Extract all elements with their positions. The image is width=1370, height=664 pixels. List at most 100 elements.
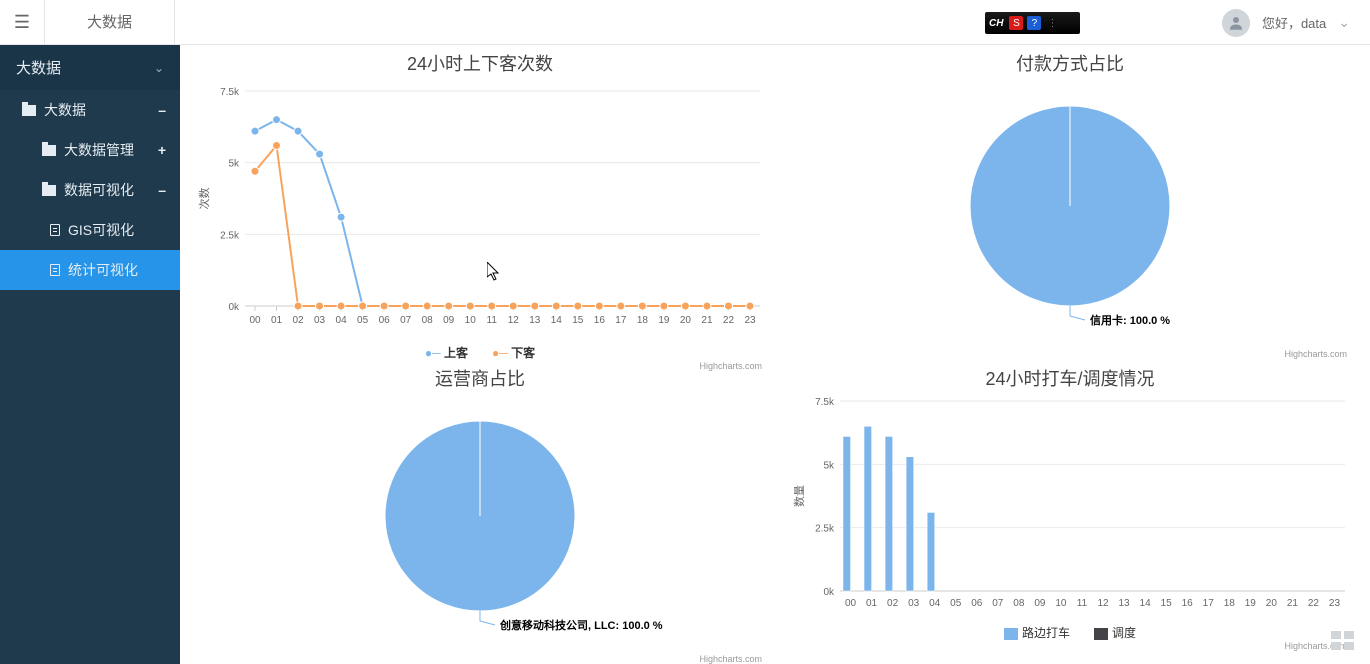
sidebar-item-bigdata[interactable]: 大数据 – bbox=[0, 90, 180, 130]
svg-text:2.5k: 2.5k bbox=[815, 524, 835, 535]
svg-text:22: 22 bbox=[723, 315, 735, 326]
greeting-text: 您好，data bbox=[1262, 13, 1326, 32]
svg-text:17: 17 bbox=[1203, 598, 1215, 609]
svg-text:13: 13 bbox=[529, 315, 541, 326]
svg-text:03: 03 bbox=[908, 598, 920, 609]
legend-item[interactable]: ●─ 下客 bbox=[492, 346, 535, 360]
svg-text:5k: 5k bbox=[823, 460, 835, 471]
svg-text:2.5k: 2.5k bbox=[220, 230, 240, 241]
svg-text:16: 16 bbox=[1182, 598, 1194, 609]
svg-text:09: 09 bbox=[1034, 598, 1046, 609]
svg-text:01: 01 bbox=[271, 315, 283, 326]
svg-text:23: 23 bbox=[1329, 598, 1341, 609]
chart-hourly: 24小时上下客次数 0k2.5k5k7.5k000102030405060708… bbox=[190, 50, 770, 360]
collapse-icon[interactable]: – bbox=[158, 182, 166, 198]
sidebar: 大数据 ⌄ 大数据 – 大数据管理 + 数据可视化 – GIS可视化 统计可视化 bbox=[0, 45, 180, 664]
sidebar-item-label: 数据可视化 bbox=[64, 180, 134, 200]
svg-text:19: 19 bbox=[658, 315, 670, 326]
svg-text:16: 16 bbox=[594, 315, 606, 326]
ime-label: CH bbox=[989, 18, 1003, 29]
chart-credits: Highcharts.com bbox=[785, 641, 1355, 651]
svg-text:20: 20 bbox=[680, 315, 692, 326]
svg-text:次数: 次数 bbox=[197, 188, 211, 210]
user-menu[interactable]: 您好，data ⌄ bbox=[1202, 0, 1370, 45]
folder-icon bbox=[22, 105, 36, 116]
chart-dispatch-plot[interactable]: 0k2.5k5k7.5k0001020304050607080910111213… bbox=[785, 391, 1355, 621]
grid-view-icon[interactable] bbox=[1331, 631, 1354, 650]
document-icon bbox=[50, 224, 60, 236]
svg-text:0k: 0k bbox=[228, 302, 240, 313]
svg-text:03: 03 bbox=[314, 315, 326, 326]
svg-text:14: 14 bbox=[551, 315, 563, 326]
sidebar-item-gis[interactable]: GIS可视化 bbox=[0, 210, 180, 250]
document-icon bbox=[50, 264, 60, 276]
chevron-down-icon: ⌄ bbox=[154, 61, 164, 75]
svg-text:19: 19 bbox=[1245, 598, 1257, 609]
svg-text:10: 10 bbox=[1055, 598, 1067, 609]
sidebar-root-label: 大数据 bbox=[16, 57, 61, 78]
svg-text:5k: 5k bbox=[228, 159, 240, 170]
svg-text:10: 10 bbox=[465, 315, 477, 326]
chart-hourly-plot[interactable]: 0k2.5k5k7.5k0001020304050607080910111213… bbox=[190, 76, 770, 341]
svg-text:7.5k: 7.5k bbox=[815, 397, 835, 408]
svg-text:15: 15 bbox=[572, 315, 584, 326]
sidebar-root[interactable]: 大数据 ⌄ bbox=[0, 45, 180, 90]
svg-text:11: 11 bbox=[1077, 598, 1088, 609]
chart-title: 运营商占比 bbox=[190, 365, 770, 391]
svg-text:00: 00 bbox=[249, 315, 261, 326]
chart-credits: Highcharts.com bbox=[190, 654, 770, 664]
header-title: 大数据 bbox=[45, 0, 175, 45]
sidebar-item-label: 大数据 bbox=[44, 100, 86, 120]
svg-text:20: 20 bbox=[1266, 598, 1278, 609]
chart-credits: Highcharts.com bbox=[785, 349, 1355, 359]
avatar-icon bbox=[1222, 9, 1250, 37]
folder-icon bbox=[42, 185, 56, 196]
svg-text:创意移动科技公司, LLC: 100.0 %: 创意移动科技公司, LLC: 100.0 % bbox=[499, 618, 663, 632]
svg-text:23: 23 bbox=[744, 315, 756, 326]
svg-text:15: 15 bbox=[1161, 598, 1173, 609]
chart-operator-plot[interactable]: 创意移动科技公司, LLC: 100.0 % bbox=[190, 391, 770, 651]
expand-icon[interactable]: + bbox=[158, 142, 166, 158]
svg-text:06: 06 bbox=[971, 598, 983, 609]
svg-text:08: 08 bbox=[1013, 598, 1025, 609]
svg-text:11: 11 bbox=[487, 315, 498, 326]
folder-icon bbox=[42, 145, 56, 156]
svg-text:02: 02 bbox=[887, 598, 899, 609]
svg-text:09: 09 bbox=[443, 315, 455, 326]
svg-text:14: 14 bbox=[1140, 598, 1152, 609]
sidebar-item-label: 大数据管理 bbox=[64, 140, 134, 160]
svg-text:12: 12 bbox=[1097, 598, 1109, 609]
hamburger-icon[interactable]: ☰ bbox=[0, 0, 45, 45]
legend-item[interactable]: ●─ 上客 bbox=[425, 346, 468, 360]
chart-title: 24小时上下客次数 bbox=[190, 50, 770, 76]
chart-title: 付款方式占比 bbox=[785, 50, 1355, 76]
svg-text:信用卡: 100.0 %: 信用卡: 100.0 % bbox=[1090, 313, 1170, 327]
ime-widget[interactable]: CH S ? ⋮ bbox=[985, 12, 1080, 34]
svg-text:17: 17 bbox=[615, 315, 627, 326]
svg-text:05: 05 bbox=[950, 598, 962, 609]
chart-payment: 付款方式占比 信用卡: 100.0 % Highcharts.com bbox=[785, 50, 1355, 360]
legend-item[interactable]: 路边打车 bbox=[1004, 626, 1070, 640]
sidebar-item-stats[interactable]: 统计可视化 bbox=[0, 250, 180, 290]
svg-text:07: 07 bbox=[400, 315, 412, 326]
chart-payment-plot[interactable]: 信用卡: 100.0 % bbox=[785, 76, 1355, 346]
chart-operator: 运营商占比 创意移动科技公司, LLC: 100.0 % Highcharts.… bbox=[190, 365, 770, 664]
svg-text:04: 04 bbox=[336, 315, 348, 326]
chevron-down-icon: ⌄ bbox=[1338, 14, 1350, 31]
svg-text:05: 05 bbox=[357, 315, 369, 326]
collapse-icon[interactable]: – bbox=[158, 102, 166, 118]
svg-text:07: 07 bbox=[992, 598, 1004, 609]
sidebar-item-manage[interactable]: 大数据管理 + bbox=[0, 130, 180, 170]
svg-text:06: 06 bbox=[379, 315, 391, 326]
main-dashboard: 24小时上下客次数 0k 2.5k 5k 7.5k 00 01 02 03 04 05 06 07 08… bbox=[180, 45, 1370, 664]
sidebar-item-label: 统计可视化 bbox=[68, 260, 138, 280]
svg-text:21: 21 bbox=[701, 315, 713, 326]
svg-text:13: 13 bbox=[1119, 598, 1131, 609]
svg-text:7.5k: 7.5k bbox=[220, 87, 240, 98]
legend-item[interactable]: 调度 bbox=[1094, 626, 1136, 640]
sidebar-item-visualize[interactable]: 数据可视化 – bbox=[0, 170, 180, 210]
svg-text:0k: 0k bbox=[823, 587, 835, 598]
ime-icon-help: ? bbox=[1027, 16, 1041, 30]
svg-text:22: 22 bbox=[1308, 598, 1320, 609]
svg-text:18: 18 bbox=[1224, 598, 1236, 609]
